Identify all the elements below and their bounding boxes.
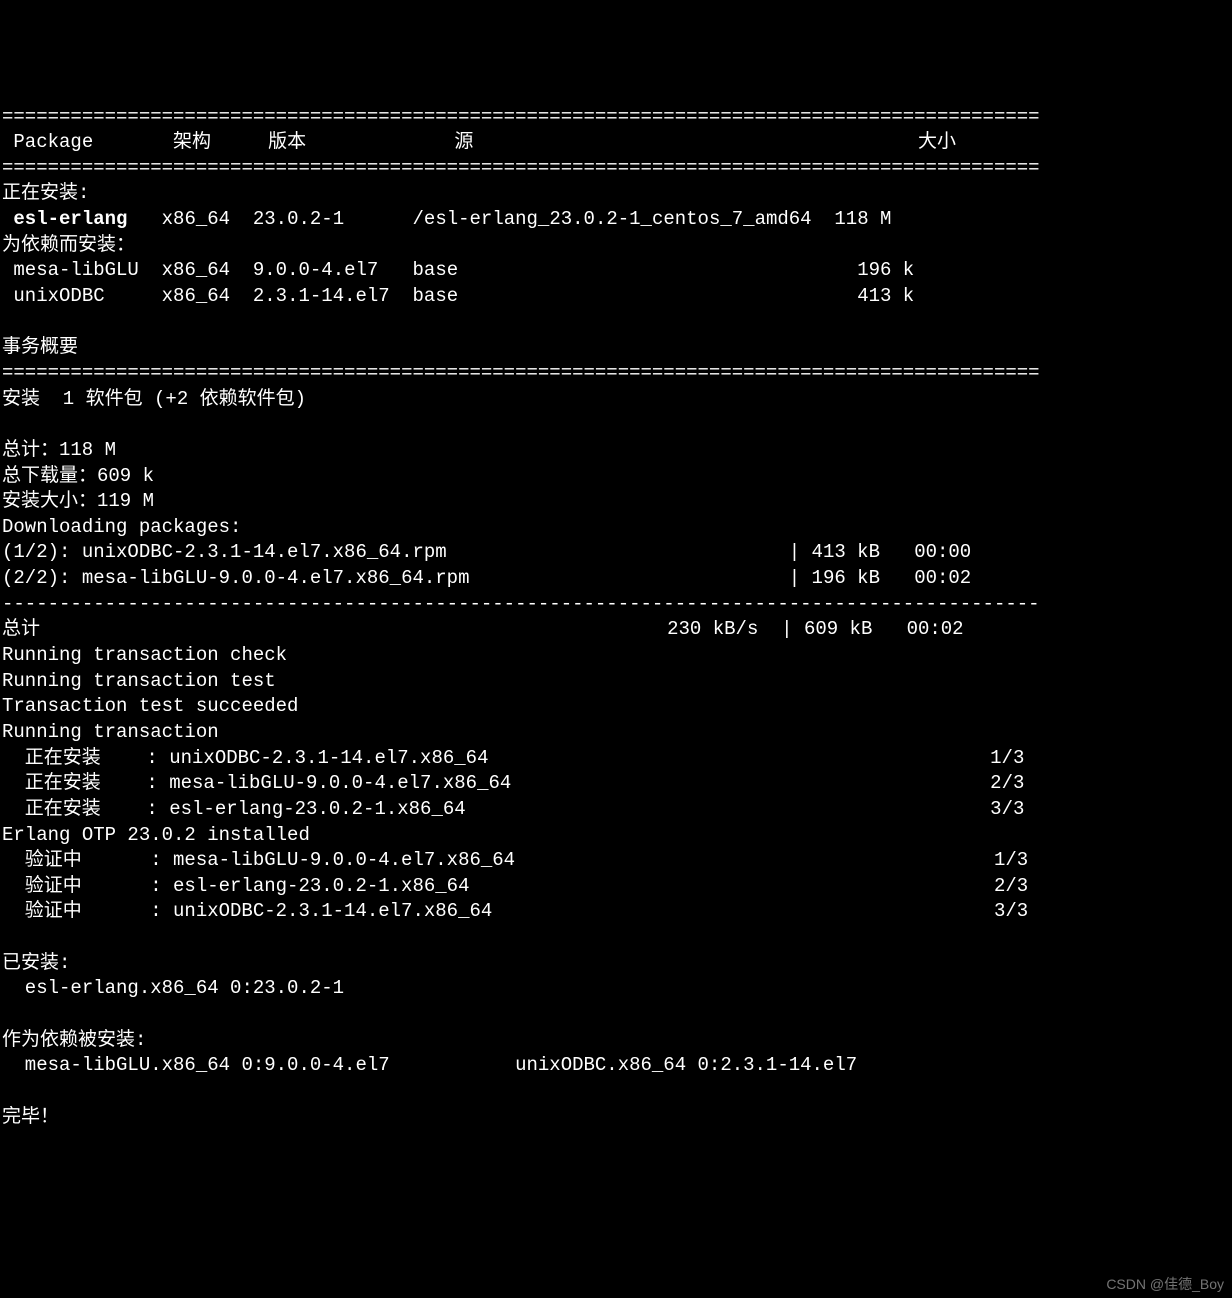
dl1-time: 00:00: [914, 541, 971, 563]
dl1-left: (1/2): unixODBC-2.3.1-14.el7.x86_64.rpm: [2, 541, 447, 563]
ver1-label: 验证中 : mesa-libGLU-9.0.0-4.el7.x86_64: [2, 849, 515, 871]
dl2-bar: | 196 kB: [789, 567, 880, 589]
installed-label: 已安装:: [2, 952, 70, 974]
ver1-count: 1/3: [994, 849, 1028, 871]
trans-run: Running transaction: [2, 721, 219, 743]
dep1-arch: x86_64: [162, 259, 230, 281]
pkg-version: 23.0.2-1: [253, 208, 344, 230]
pkg-name: esl-erlang: [2, 208, 127, 230]
trans-test: Running transaction test: [2, 670, 276, 692]
dl1-bar: | 413 kB: [789, 541, 880, 563]
inst1-count: 1/3: [990, 747, 1024, 769]
inst3-label: 正在安装 : esl-erlang-23.0.2-1.x86_64: [2, 798, 466, 820]
total-speed: 230 kB/s | 609 kB: [667, 618, 872, 640]
summary-label: 事务概要: [2, 336, 78, 358]
install-summary: 安装 1 软件包 (+2 依赖软件包): [2, 388, 306, 410]
dl2-left: (2/2): mesa-libGLU-9.0.0-4.el7.x86_64.rp…: [2, 567, 469, 589]
otp-installed: Erlang OTP 23.0.2 installed: [2, 824, 310, 846]
dep2-size: 413 k: [857, 285, 914, 307]
rule-line: ========================================…: [2, 157, 1040, 179]
header-package: Package: [2, 131, 93, 153]
trans-check: Running transaction check: [2, 644, 287, 666]
dl2-time: 00:02: [914, 567, 971, 589]
total-time: 00:02: [907, 618, 964, 640]
inst2-label: 正在安装 : mesa-libGLU-9.0.0-4.el7.x86_64: [2, 772, 511, 794]
pkg-repo: /esl-erlang_23.0.2-1_centos_7_amd64: [413, 208, 812, 230]
total-label: 总计: [2, 618, 40, 640]
downloading-label: Downloading packages:: [2, 516, 241, 538]
inst2-count: 2/3: [990, 772, 1024, 794]
header-arch: 架构: [173, 131, 211, 153]
dep1-version: 9.0.0-4.el7: [253, 259, 378, 281]
ver3-label: 验证中 : unixODBC-2.3.1-14.el7.x86_64: [2, 900, 492, 922]
installing-label: 正在安装:: [2, 182, 89, 204]
ver3-count: 3/3: [994, 900, 1028, 922]
dep1-size: 196 k: [857, 259, 914, 281]
dep2-name: unixODBC: [2, 285, 105, 307]
total-size: 总计：118 M: [2, 439, 116, 461]
pkg-arch: x86_64: [162, 208, 230, 230]
dep-installed-label: 作为依赖被安装:: [2, 1029, 146, 1051]
rule-line: ========================================…: [2, 106, 1040, 128]
header-repo: 源: [454, 131, 473, 153]
ver2-label: 验证中 : esl-erlang-23.0.2-1.x86_64: [2, 875, 469, 897]
header-version: 版本: [268, 131, 306, 153]
complete-label: 完毕！: [2, 1106, 59, 1128]
dep2-repo: base: [413, 285, 459, 307]
dep2-version: 2.3.1-14.el7: [253, 285, 390, 307]
ver2-count: 2/3: [994, 875, 1028, 897]
rule-dash: ----------------------------------------…: [2, 593, 1040, 615]
inst3-count: 3/3: [990, 798, 1024, 820]
dep1-name: mesa-libGLU: [2, 259, 139, 281]
total-download: 总下载量：609 k: [2, 465, 154, 487]
dep-installed-line: mesa-libGLU.x86_64 0:9.0.0-4.el7 unixODB…: [2, 1054, 857, 1076]
pkg-size: 118 M: [834, 208, 891, 230]
rule-line: ========================================…: [2, 362, 1040, 384]
dep1-repo: base: [413, 259, 459, 281]
header-size: 大小: [918, 131, 956, 153]
inst1-label: 正在安装 : unixODBC-2.3.1-14.el7.x86_64: [2, 747, 488, 769]
dep-label: 为依赖而安装：: [2, 234, 135, 256]
dep2-arch: x86_64: [162, 285, 230, 307]
watermark: CSDN @佳德_Boy: [1106, 1275, 1224, 1294]
trans-succ: Transaction test succeeded: [2, 695, 298, 717]
installed-pkg: esl-erlang.x86_64 0:23.0.2-1: [2, 977, 344, 999]
install-size: 安装大小：119 M: [2, 490, 154, 512]
